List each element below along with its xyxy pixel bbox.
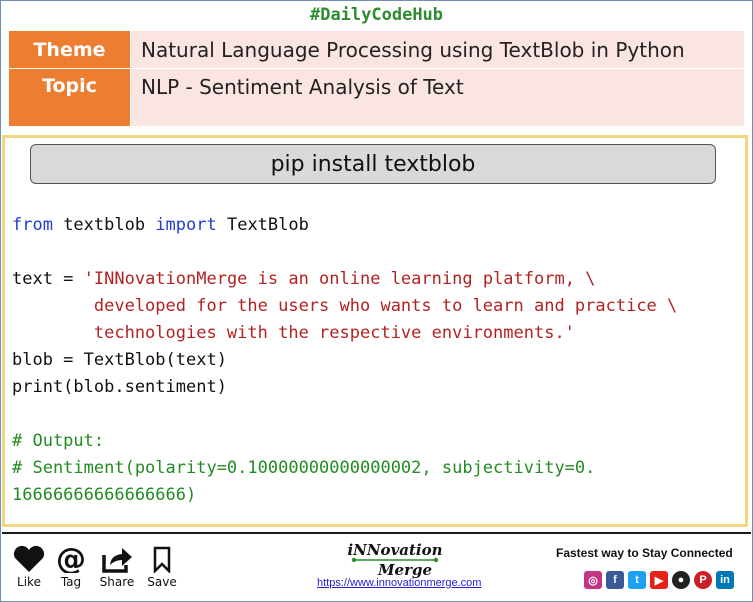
code-line-import: from textblob import TextBlob (12, 215, 309, 235)
share-button[interactable]: Share (97, 545, 137, 589)
code-line-print: print(blob.sentiment) (12, 377, 227, 397)
tag-label: Tag (60, 575, 82, 589)
topic-value: NLP - Sentiment Analysis of Text (131, 69, 744, 126)
save-label: Save (147, 575, 177, 589)
linkedin-icon[interactable]: in (716, 571, 734, 589)
code-line-blob: blob = TextBlob(text) (12, 350, 227, 370)
code-line-text-cont1: developed for the users who wants to lea… (12, 296, 678, 316)
twitter-icon[interactable]: t (628, 571, 646, 589)
code-line-text-cont2: technologies with the respective environ… (12, 323, 575, 343)
code-comment-sentiment: # Sentiment(polarity=0.10000000000000002… (12, 458, 596, 478)
instagram-icon[interactable]: ◎ (584, 571, 602, 589)
facebook-icon[interactable]: f (606, 571, 624, 589)
svg-text:@: @ (56, 545, 86, 573)
code-comment-output: # Output: (12, 431, 105, 451)
code-line-text: text = 'INNovationMerge is an online lea… (12, 269, 596, 289)
hashtag-title: #DailyCodeHub (309, 5, 444, 25)
website-link[interactable]: https://www.innovationmerge.com (317, 577, 481, 589)
save-button[interactable]: Save (142, 545, 182, 589)
theme-label: Theme (9, 31, 130, 68)
like-label: Like (17, 575, 41, 589)
bookmark-icon (153, 546, 171, 573)
heart-icon (13, 545, 45, 572)
pinterest-icon[interactable]: P (694, 571, 712, 589)
share-icon (102, 548, 132, 573)
at-sign-icon: @ (56, 545, 86, 573)
like-button[interactable]: Like (9, 545, 49, 589)
youtube-icon[interactable]: ▶ (650, 571, 668, 589)
tag-button[interactable]: @ Tag (51, 545, 91, 589)
theme-value: Natural Language Processing using TextBl… (131, 31, 744, 68)
github-icon[interactable]: ● (672, 571, 690, 589)
share-label: Share (99, 575, 135, 589)
code-comment-sentiment-cont: 16666666666666666) (12, 485, 197, 505)
topic-label: Topic (9, 69, 130, 126)
tagline: Fastest way to Stay Connected (556, 546, 733, 560)
install-command: pip install textblob (30, 144, 716, 184)
brand-logo: iNNovation Merge (347, 541, 443, 579)
